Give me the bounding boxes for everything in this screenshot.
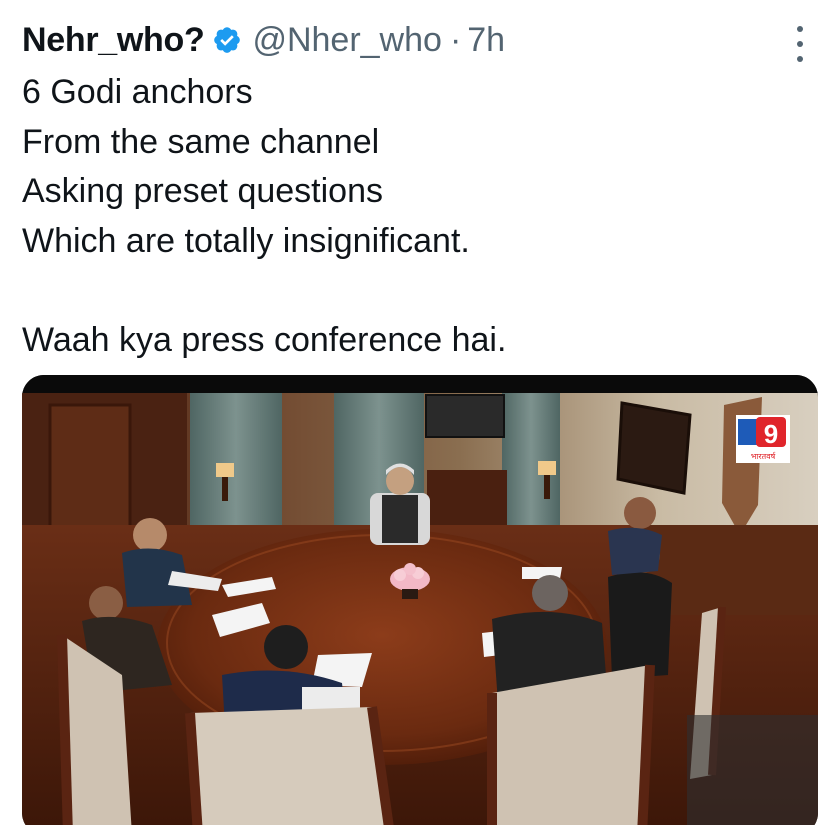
author-handle[interactable]: @Nher_who bbox=[252, 21, 442, 60]
separator-dot: · bbox=[449, 20, 462, 59]
tweet-text-line: Asking preset questions bbox=[22, 172, 383, 210]
verified-badge-icon bbox=[214, 27, 241, 53]
tweet-text-line: From the same channel bbox=[22, 122, 380, 161]
more-dot bbox=[797, 26, 803, 32]
author-display-name[interactable]: Nehr_who? bbox=[22, 21, 205, 60]
tweet: Nehr_who? @Nher_who · 7h 6 Godi anchors … bbox=[0, 0, 828, 825]
tv9-logo-icon: 9 भारतवर्ष bbox=[736, 415, 790, 463]
tweet-photo[interactable]: 9 भारतवर्ष bbox=[22, 375, 818, 825]
press-conference-photo bbox=[22, 375, 818, 825]
tweet-header: Nehr_who? @Nher_who · 7h bbox=[22, 18, 505, 62]
more-dot bbox=[797, 41, 803, 47]
more-options-icon[interactable] bbox=[792, 26, 808, 62]
tweet-text-line: Waah kya press conference hai. bbox=[22, 320, 507, 359]
tweet-timestamp[interactable]: 7h bbox=[467, 21, 505, 60]
tweet-text: 6 Godi anchors From the same channel Ask… bbox=[22, 68, 802, 365]
logo-subtitle: भारतवर्ष bbox=[751, 451, 777, 461]
tweet-text-line: Which are totally insignificant. bbox=[22, 221, 470, 260]
more-dot bbox=[797, 56, 803, 62]
tweet-text-line: 6 Godi anchors bbox=[22, 73, 253, 111]
logo-number: 9 bbox=[764, 419, 778, 449]
channel-logo: 9 भारतवर्ष bbox=[736, 415, 790, 463]
